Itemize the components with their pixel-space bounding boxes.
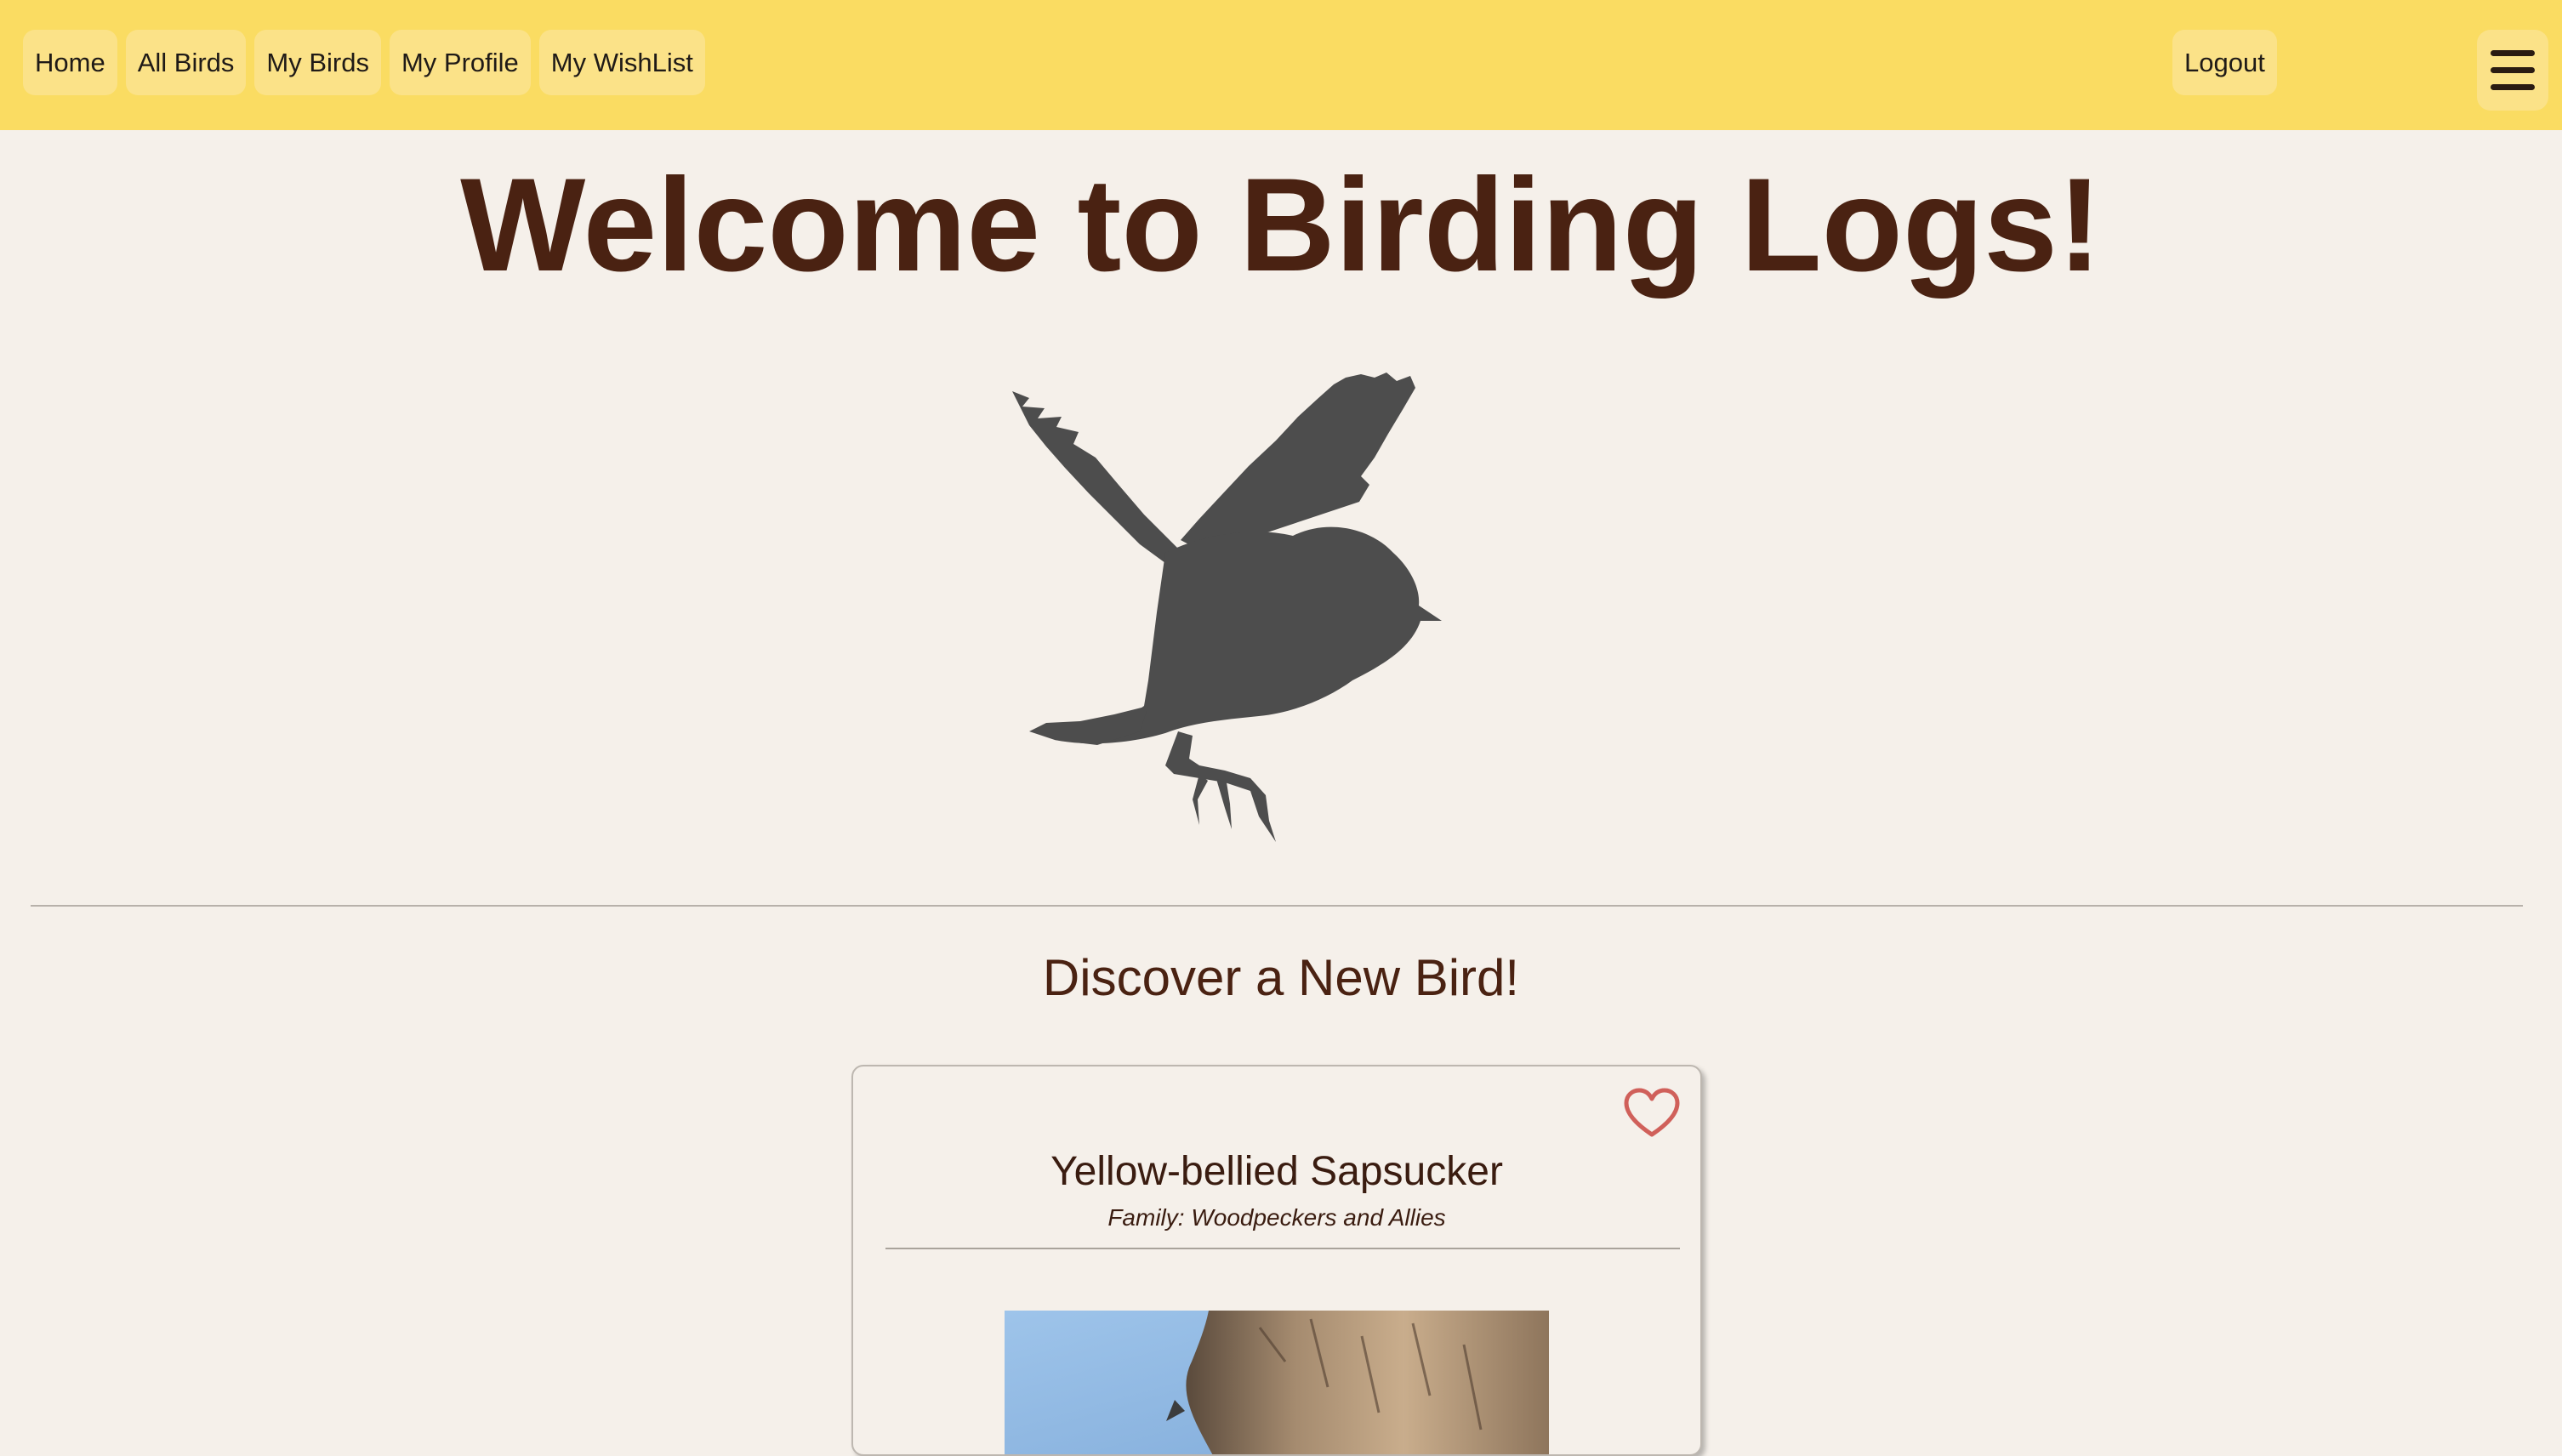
discover-section-title: Discover a New Bird! <box>1042 949 1520 1006</box>
bird-photo <box>1005 1311 1549 1454</box>
nav-links: Home All Birds My Birds My Profile My Wi… <box>23 30 705 95</box>
top-navbar: Home All Birds My Birds My Profile My Wi… <box>0 0 2562 130</box>
hamburger-menu-icon[interactable] <box>2477 30 2548 111</box>
nav-home-button[interactable]: Home <box>23 30 117 95</box>
nav-all-birds-button[interactable]: All Birds <box>125 30 247 95</box>
heart-outline-icon[interactable] <box>1623 1087 1681 1140</box>
logout-button[interactable]: Logout <box>2172 30 2277 95</box>
card-divider <box>885 1248 1680 1249</box>
nav-my-birds-button[interactable]: My Birds <box>254 30 381 95</box>
bird-name: Yellow-bellied Sapsucker <box>1050 1149 1503 1194</box>
bird-family: Family: Woodpeckers and Allies <box>1107 1204 1446 1231</box>
featured-bird-card[interactable]: Yellow-bellied Sapsucker Family: Woodpec… <box>851 1065 1702 1456</box>
bird-silhouette-icon <box>1012 373 1442 842</box>
nav-my-wishlist-button[interactable]: My WishList <box>538 30 705 95</box>
page-title: Welcome to Birding Logs! <box>460 151 2102 299</box>
nav-my-profile-button[interactable]: My Profile <box>389 30 531 95</box>
section-divider <box>31 905 2523 907</box>
